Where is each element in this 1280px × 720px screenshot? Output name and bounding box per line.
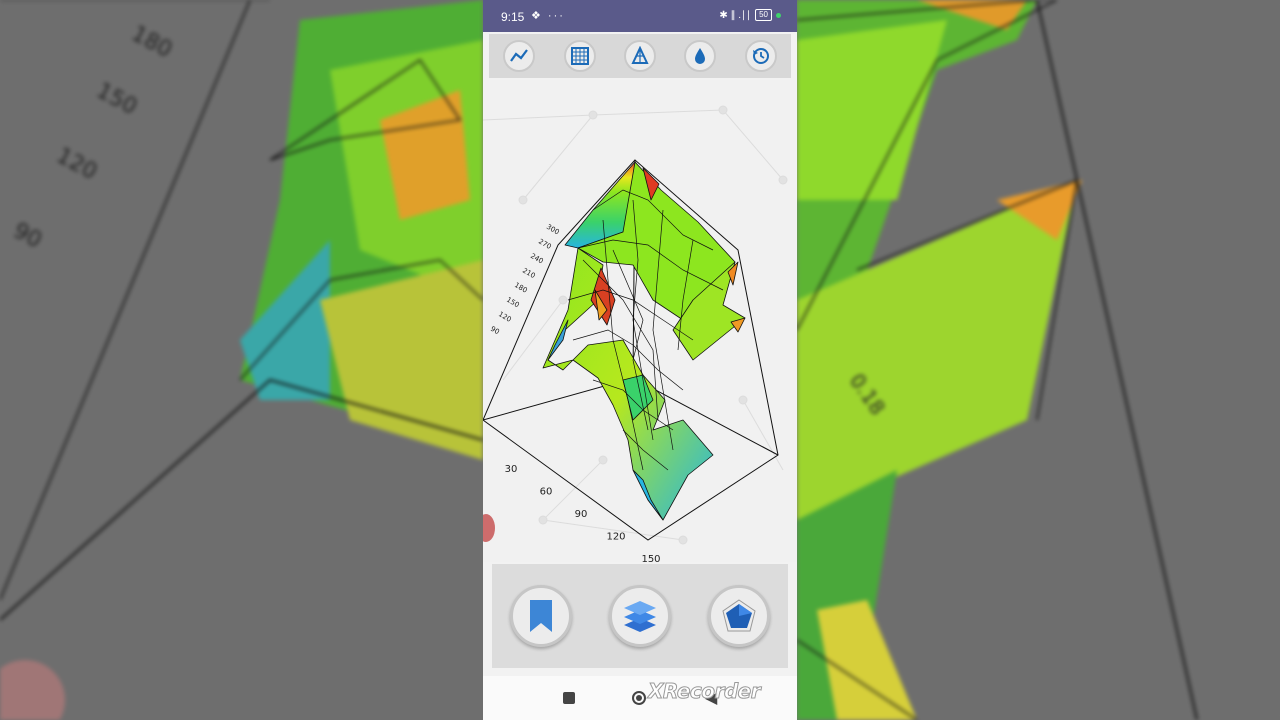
history-icon: [752, 48, 769, 64]
signal-icons: ✱ ∥ .∣∣: [719, 9, 752, 21]
battery-icon: 50: [755, 9, 772, 21]
x-tick-label: 120: [606, 532, 625, 543]
status-time: 9:15: [501, 10, 525, 24]
phone-screen: 9:15 ❖ ··· ✱ ∥ .∣∣ 50 30 60 90 120 150 9…: [483, 0, 797, 720]
history-button[interactable]: [744, 40, 777, 72]
line-chart-icon: [510, 49, 529, 62]
status-notification-icons: ❖ ···: [531, 10, 565, 22]
polygon-button[interactable]: [707, 585, 770, 647]
z-tick-label: 120: [497, 310, 513, 324]
surface-plot-area[interactable]: 30 60 90 120 150 90 120 150 180 210 240 270 300: [483, 80, 797, 562]
x-tick-label: 60: [540, 487, 553, 498]
cone-icon: [631, 46, 649, 64]
z-tick-label: 150: [505, 296, 521, 310]
background-left: 180 150 120 90: [0, 0, 483, 720]
grid-icon: [570, 47, 589, 65]
recents-button[interactable]: [563, 692, 575, 704]
bookmark-button[interactable]: [510, 585, 573, 647]
z-tick-label: 240: [529, 252, 545, 266]
recorder-watermark: XRecorder: [647, 679, 761, 704]
home-button[interactable]: [632, 691, 646, 705]
z-tick-label: 300: [545, 223, 561, 237]
status-right-icons: ✱ ∥ .∣∣ 50: [719, 9, 781, 21]
background-right: 0.18: [797, 0, 1280, 720]
cone-button[interactable]: [623, 40, 656, 72]
line-chart-button[interactable]: [503, 40, 536, 72]
z-axis-ticks: 90120150180210240270300: [489, 223, 561, 336]
x-tick-label: 90: [575, 509, 588, 520]
z-tick-label: 180: [513, 281, 529, 295]
x-tick-label: 30: [505, 464, 518, 475]
drop-icon: [695, 48, 706, 64]
x-tick-label: 150: [641, 554, 660, 562]
z-tick-label: 210: [521, 267, 537, 281]
status-bar: 9:15 ❖ ··· ✱ ∥ .∣∣ 50: [483, 0, 797, 32]
grid-button[interactable]: [563, 40, 596, 72]
z-tick-label: 270: [537, 237, 553, 251]
layers-icon: [623, 601, 656, 632]
recording-dot-icon: [776, 12, 781, 18]
z-tick-label: 90: [489, 325, 501, 336]
polygon-icon: [722, 599, 756, 632]
top-toolbar: [489, 34, 791, 78]
layers-button[interactable]: [608, 585, 671, 647]
drop-button[interactable]: [684, 40, 717, 72]
surface-plot[interactable]: 306090120150 90120150180210240270300: [483, 80, 797, 562]
bottom-action-panel: [492, 564, 788, 668]
bookmark-icon: [530, 600, 553, 632]
surface-mesh: [542, 161, 746, 521]
